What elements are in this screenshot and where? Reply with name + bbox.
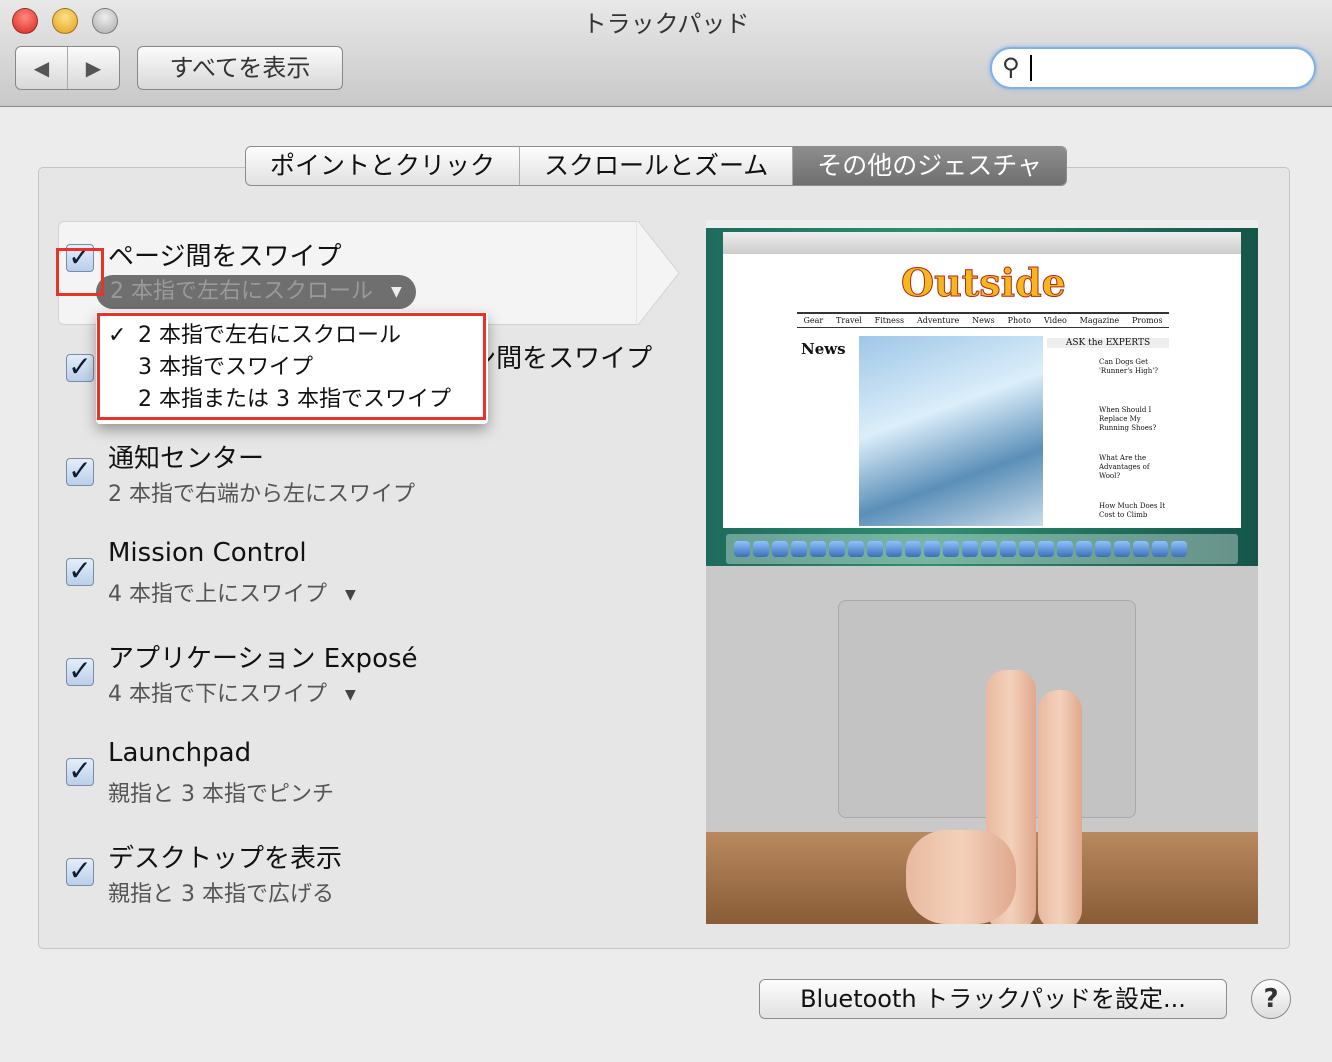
- gesture-subtitle: 2 本指で右端から左にスワイプ: [108, 482, 415, 507]
- checkbox[interactable]: ✓: [66, 457, 94, 486]
- gesture-popup[interactable]: 4 本指で下にスワイプ ▼: [108, 676, 356, 708]
- hand-image: [1038, 690, 1082, 924]
- title-bar: トラックパッド ◀ ▶ すべてを表示 ⚲: [0, 0, 1332, 107]
- tab-scroll-zoom[interactable]: スクロールとズーム: [520, 147, 794, 185]
- gesture-title: 通知センター: [108, 444, 265, 474]
- tab-more-gestures[interactable]: その他のジェスチャ: [793, 147, 1067, 185]
- highlight-box: [97, 313, 486, 420]
- gesture-title: アプリケーション Exposé: [108, 644, 418, 674]
- popup-value: 2 本指で左右にスクロール: [110, 279, 373, 304]
- gesture-subtitle: 親指と 3 本指で広げる: [108, 882, 334, 907]
- hand-image: [906, 830, 1016, 924]
- checkbox[interactable]: ✓: [66, 353, 94, 382]
- site-nav: Gear Travel Fitness Adventure News Photo Video…: [797, 312, 1169, 328]
- preview-browser: Outside Gear Travel Fitness Adventure News Ph…: [723, 232, 1241, 528]
- setup-bluetooth-trackpad-button[interactable]: Bluetooth トラックパッドを設定...: [759, 979, 1227, 1019]
- ask-list: Can Dogs Get 'Runner's High'? When Should…: [1099, 358, 1166, 519]
- article-photo: [859, 336, 1043, 526]
- chevron-down-icon: ▼: [345, 587, 356, 603]
- dock: [726, 534, 1238, 564]
- window-title: トラックパッド: [582, 10, 750, 38]
- swipe-pages-popup[interactable]: 2 本指で左右にスクロール ▼: [96, 275, 416, 309]
- nav-segment: ◀ ▶: [15, 46, 120, 90]
- chevron-down-icon: ▼: [345, 687, 356, 703]
- text-cursor: [1030, 55, 1032, 81]
- tab-point-click[interactable]: ポイントとクリック: [246, 147, 521, 185]
- gesture-popup[interactable]: 4 本指で上にスワイプ ▼: [108, 576, 356, 608]
- checkbox[interactable]: ✓: [66, 557, 94, 586]
- help-button[interactable]: ?: [1251, 979, 1291, 1019]
- checkbox[interactable]: ✓: [66, 757, 94, 786]
- ask-heading: ASK the EXPERTS: [1047, 338, 1169, 348]
- news-heading: News: [801, 340, 846, 358]
- menu-bar: [706, 220, 1258, 228]
- preview-screen: Outside Gear Travel Fitness Adventure News Ph…: [706, 220, 1258, 566]
- checkbox[interactable]: ✓: [66, 857, 94, 886]
- gesture-preview-video: Outside Gear Travel Fitness Adventure News Ph…: [706, 220, 1258, 924]
- gesture-title: Launchpad: [108, 738, 252, 768]
- search-icon: ⚲: [1002, 53, 1020, 81]
- site-logo: Outside: [901, 260, 1067, 306]
- gesture-subtitle: 親指と 3 本指でピンチ: [108, 782, 334, 807]
- gesture-title: ページ間をスワイプ: [108, 242, 342, 272]
- back-button[interactable]: ◀: [16, 47, 68, 89]
- gesture-title: Mission Control: [108, 538, 307, 568]
- checkbox[interactable]: ✓: [66, 657, 94, 686]
- tab-bar: ポイントとクリック スクロールとズーム その他のジェスチャ: [245, 146, 1068, 186]
- search-input[interactable]: ⚲: [990, 47, 1316, 89]
- gesture-title: デスクトップを表示: [108, 844, 343, 874]
- row-pointer-arrow: [636, 221, 680, 325]
- forward-button[interactable]: ▶: [68, 47, 119, 89]
- show-all-button[interactable]: すべてを表示: [137, 46, 343, 90]
- highlight-box: [56, 248, 104, 296]
- chevron-down-icon: ▼: [391, 284, 402, 300]
